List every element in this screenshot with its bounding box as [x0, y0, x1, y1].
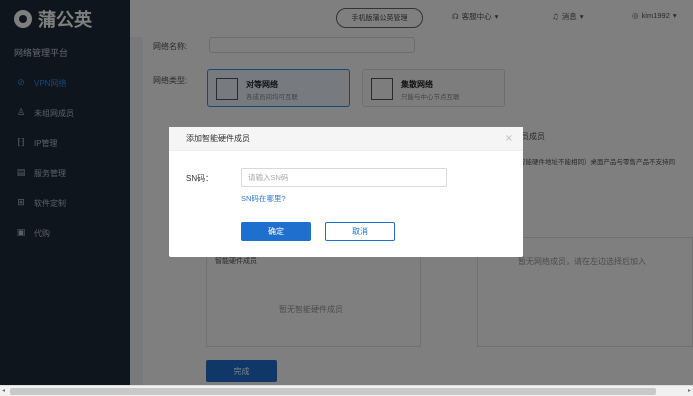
confirm-button[interactable]: 确定 [241, 222, 311, 241]
dialog-title: 添加智能硬件成员 [186, 134, 250, 143]
scroll-left-icon[interactable]: ◂ [2, 387, 5, 394]
dialog-header: 添加智能硬件成员 [169, 127, 523, 151]
cancel-button[interactable]: 取消 [325, 222, 395, 241]
sn-placeholder: 请输入SN码 [248, 173, 289, 182]
horizontal-scrollbar[interactable]: ◂ ▸ [0, 385, 693, 396]
sn-input[interactable]: 请输入SN码 [241, 168, 447, 187]
sn-label: SN码： [186, 174, 214, 183]
close-icon[interactable]: × [505, 133, 513, 144]
add-hardware-member-dialog: 添加智能硬件成员 × SN码： 请输入SN码 SN码在哪里? 确定 取消 [169, 127, 523, 257]
sn-help-link[interactable]: SN码在哪里? [241, 193, 286, 204]
scroll-right-icon[interactable]: ▸ [688, 387, 691, 394]
scrollbar-thumb[interactable] [10, 388, 656, 395]
